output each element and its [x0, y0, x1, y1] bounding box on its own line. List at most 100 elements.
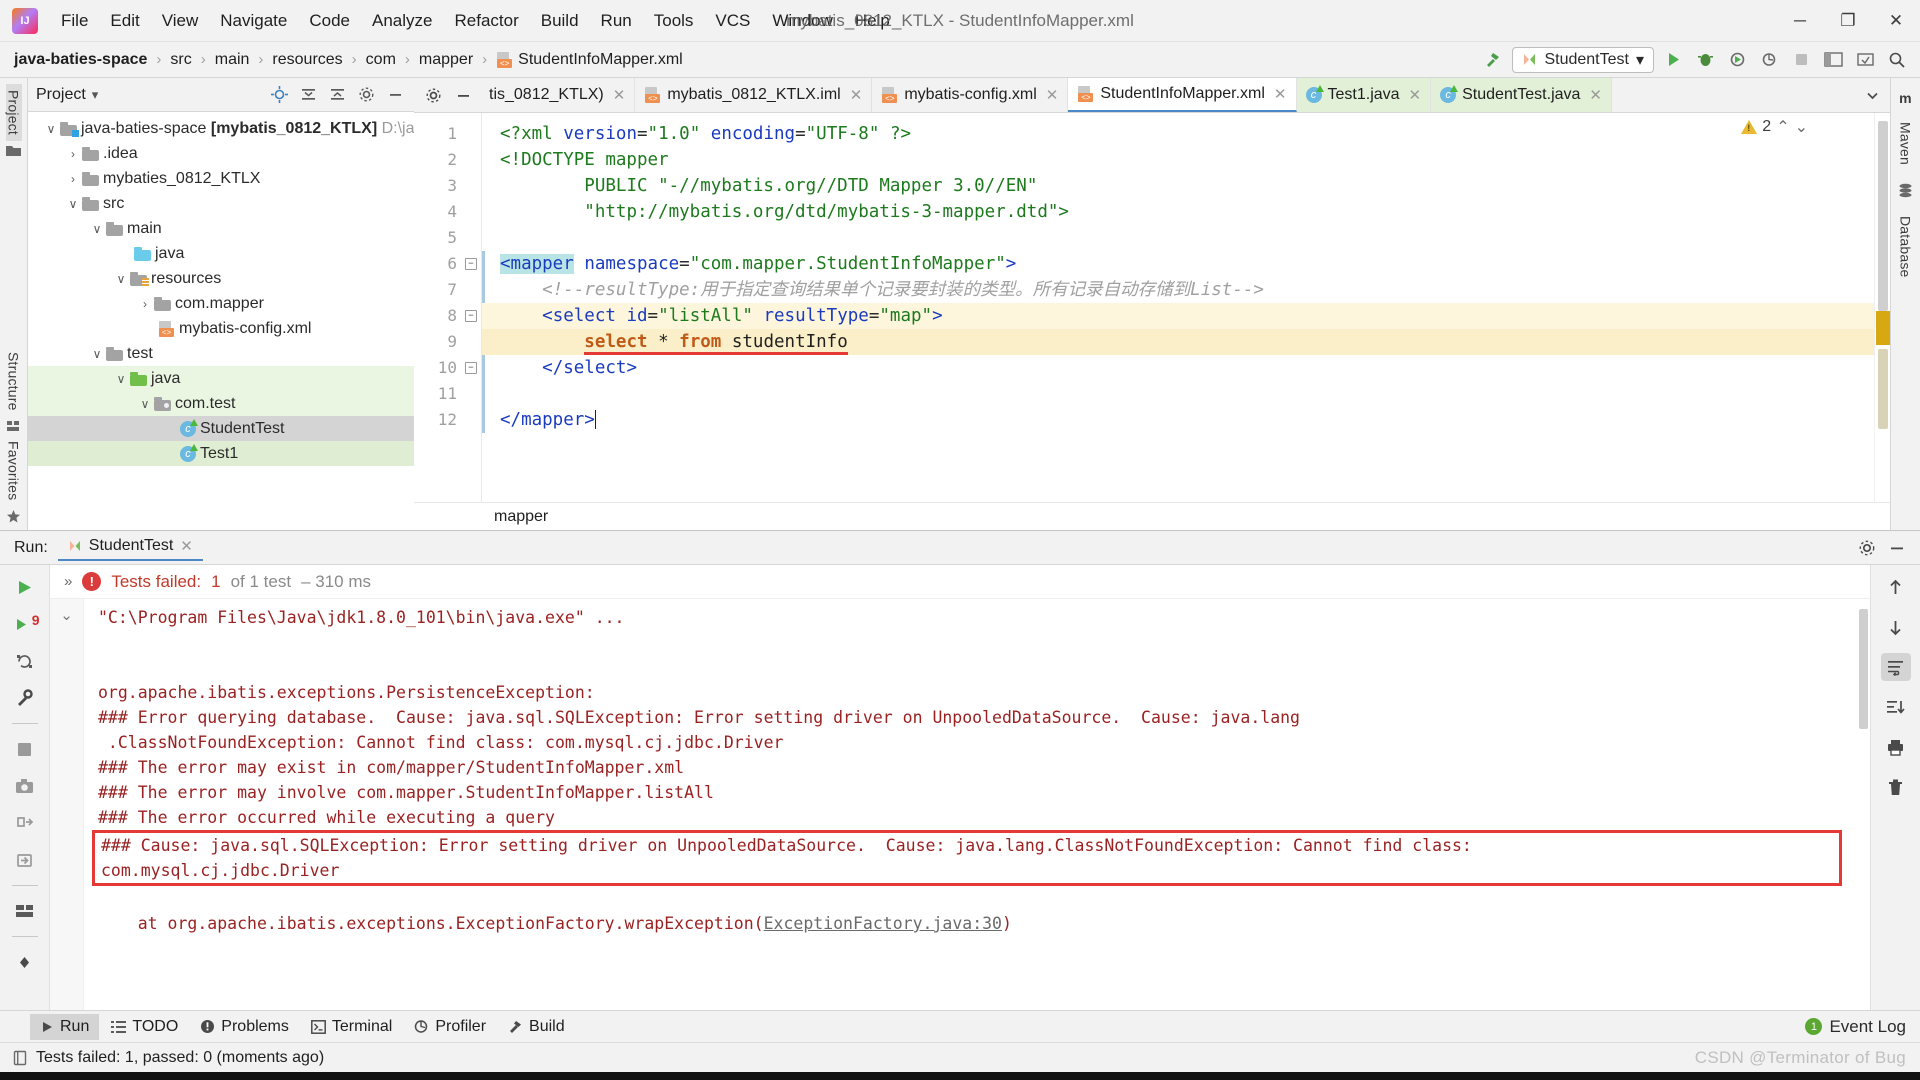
menu-file[interactable]: File — [50, 7, 99, 35]
breadcrumb-item-file[interactable]: StudentInfoMapper.xml — [494, 50, 685, 70]
scrollbar-thumb[interactable] — [1859, 609, 1868, 729]
settings-icon[interactable] — [1854, 535, 1880, 561]
menu-refactor[interactable]: Refactor — [443, 7, 529, 35]
menu-view[interactable]: View — [151, 7, 210, 35]
breadcrumb-item-main[interactable]: main — [213, 50, 252, 70]
toolwindow-terminal[interactable]: Terminal — [301, 1014, 402, 1040]
tree-row-mybatis-config[interactable]: mybatis-config.xml — [28, 316, 414, 341]
tree-twisty[interactable]: ∨ — [64, 197, 82, 211]
run-configuration-selector[interactable]: StudentTest ▾ — [1512, 46, 1654, 73]
error-stripe-marker[interactable] — [1876, 311, 1890, 345]
profiler-icon[interactable] — [1756, 47, 1782, 73]
menu-window[interactable]: Window — [761, 7, 843, 35]
event-log-area[interactable]: 1 Event Log — [1805, 1017, 1920, 1037]
menu-vcs[interactable]: VCS — [704, 7, 761, 35]
hammer-icon[interactable] — [1480, 47, 1506, 73]
editor-gutter[interactable]: 1 2 3 4 5 6− 7 8− 9 10− 11 12 — [414, 113, 482, 502]
hide-icon[interactable] — [382, 82, 408, 108]
tree-twisty[interactable]: › — [64, 172, 82, 186]
tree-twisty[interactable]: ∨ — [88, 347, 106, 361]
debug-icon[interactable] — [1692, 47, 1718, 73]
editor-bottom-breadcrumb[interactable]: mapper — [414, 502, 1890, 530]
tree-twisty[interactable]: ∨ — [112, 372, 130, 386]
toggle-auto-test-icon[interactable] — [10, 647, 40, 675]
code-editor[interactable]: 2 ⌃ ⌄ 1 2 3 4 5 6− 7 8− 9 10− 11 12 — [414, 113, 1890, 502]
prev-problem-icon[interactable]: ⌃ — [1776, 117, 1789, 137]
pin-icon[interactable] — [10, 948, 40, 976]
breadcrumb-item-project[interactable]: java-baties-space — [12, 50, 149, 70]
run-icon[interactable] — [1660, 47, 1686, 73]
close-icon[interactable]: ✕ — [1409, 86, 1422, 104]
chevron-down-icon[interactable]: ▾ — [92, 87, 99, 103]
toolwindow-todo[interactable]: TODO — [101, 1014, 188, 1040]
tree-twisty[interactable]: › — [136, 297, 154, 311]
close-button[interactable]: ✕ — [1872, 0, 1920, 42]
layout-icon[interactable] — [1820, 47, 1846, 73]
tree-row-test1[interactable]: Test1 — [28, 441, 414, 466]
close-icon[interactable]: ✕ — [1274, 85, 1287, 103]
rerun-failed-icon[interactable]: 9 — [10, 610, 40, 638]
soft-wrap-icon[interactable] — [1880, 653, 1911, 681]
chevron-down-icon[interactable]: ⌄ — [60, 607, 73, 624]
rerun-icon[interactable] — [10, 573, 40, 601]
editor-scrollbar[interactable] — [1874, 113, 1890, 502]
console-output[interactable]: "C:\Program Files\Java\jdk1.8.0_101\bin\… — [84, 599, 1856, 1010]
close-icon[interactable]: ✕ — [180, 537, 193, 555]
editor-tab-mybatis-config[interactable]: mybatis-config.xml ✕ — [872, 78, 1069, 112]
rail-item-project[interactable]: Project — [5, 84, 22, 141]
maximize-button[interactable]: ❐ — [1824, 0, 1872, 42]
locate-icon[interactable] — [266, 82, 292, 108]
menu-run[interactable]: Run — [590, 7, 643, 35]
tree-row-com-test[interactable]: ∨ com.test — [28, 391, 414, 416]
editor-tab-student-info-mapper[interactable]: StudentInfoMapper.xml ✕ — [1068, 78, 1297, 112]
hide-icon[interactable] — [450, 82, 476, 108]
tree-row-main[interactable]: ∨ main — [28, 216, 414, 241]
test-settings-icon[interactable] — [10, 684, 40, 712]
minimize-button[interactable]: ─ — [1776, 0, 1824, 42]
fold-icon[interactable]: − — [465, 310, 477, 322]
toolwindow-run[interactable]: Run — [30, 1013, 100, 1040]
updates-icon[interactable] — [1852, 47, 1878, 73]
editor-tab-clipped[interactable]: tis_0812_KTLX) ✕ — [480, 78, 636, 112]
menu-help[interactable]: Help — [844, 7, 901, 35]
toolwindow-build[interactable]: Build — [498, 1014, 575, 1040]
breadcrumb-item-src[interactable]: src — [168, 50, 193, 70]
rail-item-structure[interactable]: Structure — [6, 346, 22, 417]
settings-icon[interactable] — [353, 82, 379, 108]
breadcrumb-item-com[interactable]: com — [364, 50, 398, 70]
tree-twisty[interactable]: ∨ — [136, 397, 154, 411]
rail-item-maven[interactable]: Maven — [1898, 116, 1914, 171]
menu-edit[interactable]: Edit — [99, 7, 150, 35]
close-icon[interactable]: ✕ — [1589, 86, 1602, 104]
scrollbar-thumb[interactable] — [1878, 121, 1888, 311]
tree-row-resources[interactable]: ∨ resources — [28, 266, 414, 291]
import-icon[interactable] — [10, 846, 40, 874]
rail-item-favorites[interactable]: Favorites — [6, 435, 22, 506]
scrollbar-thumb-lower[interactable] — [1878, 349, 1888, 429]
fold-icon[interactable]: − — [465, 258, 477, 270]
fold-icon[interactable]: − — [465, 362, 477, 374]
console-scrollbar[interactable] — [1856, 599, 1870, 1010]
editor-tab-iml[interactable]: mybatis_0812_KTLX.iml ✕ — [635, 78, 873, 112]
hide-icon[interactable] — [1884, 535, 1910, 561]
breadcrumb-item-mapper[interactable]: mapper — [417, 50, 475, 70]
run-with-coverage-icon[interactable] — [1724, 47, 1750, 73]
screenshot-icon[interactable] — [10, 772, 40, 800]
next-problem-icon[interactable]: ⌄ — [1795, 117, 1808, 137]
menu-tools[interactable]: Tools — [643, 7, 705, 35]
layout-icon[interactable] — [10, 897, 40, 925]
tree-row-student-test[interactable]: StudentTest — [28, 416, 414, 441]
scroll-to-end-icon[interactable] — [1881, 693, 1911, 721]
tree-row-main-java[interactable]: java — [28, 241, 414, 266]
tree-row-src[interactable]: ∨ src — [28, 191, 414, 216]
trash-icon[interactable] — [1881, 773, 1911, 801]
menu-code[interactable]: Code — [298, 7, 361, 35]
tree-row-com-mapper[interactable]: › com.mapper — [28, 291, 414, 316]
toolwindow-problems[interactable]: Problems — [190, 1014, 299, 1040]
tree-row-mybaties-module[interactable]: › mybaties_0812_KTLX — [28, 166, 414, 191]
breadcrumb-item-resources[interactable]: resources — [270, 50, 344, 70]
menu-build[interactable]: Build — [530, 7, 590, 35]
tree-row-project-root[interactable]: ∨ java-baties-space [mybatis_0812_KTLX] … — [28, 116, 414, 141]
editor-tab-student-test[interactable]: StudentTest.java ✕ — [1431, 78, 1612, 112]
export-icon[interactable] — [10, 809, 40, 837]
